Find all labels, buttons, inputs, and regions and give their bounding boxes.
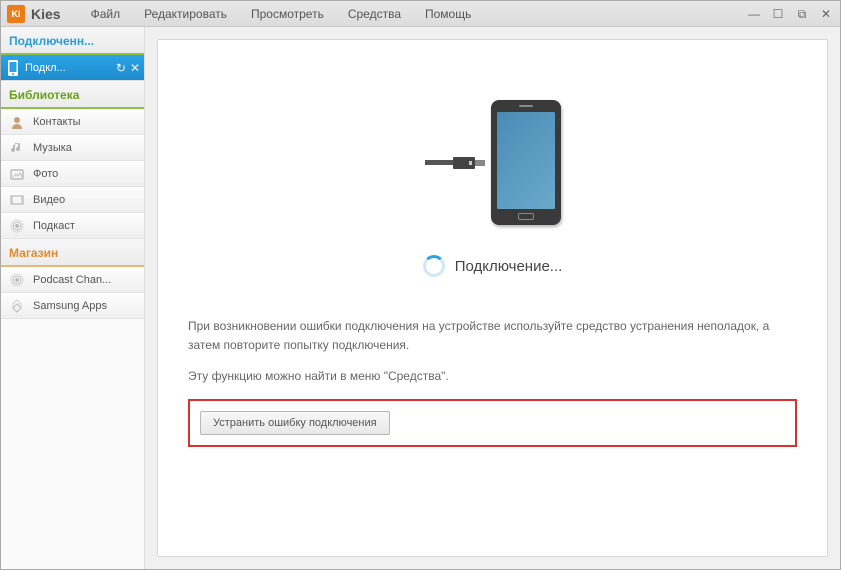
menu-file[interactable]: Файл bbox=[91, 7, 121, 21]
music-icon bbox=[9, 140, 25, 156]
menu-tools[interactable]: Средства bbox=[348, 7, 401, 21]
sidebar-item-label: Видео bbox=[33, 194, 65, 206]
maximize-button[interactable]: ☐ bbox=[770, 7, 786, 21]
spinner-icon bbox=[423, 255, 445, 277]
menu-view[interactable]: Просмотреть bbox=[251, 7, 324, 21]
sidebar-item-label: Подкл... bbox=[25, 62, 112, 74]
podcast-channel-icon bbox=[9, 272, 25, 288]
sidebar-item-label: Подкаст bbox=[33, 220, 75, 232]
sidebar-item-label: Контакты bbox=[33, 116, 81, 128]
apps-icon bbox=[9, 298, 25, 314]
restore-button[interactable]: ⧉ bbox=[794, 7, 810, 21]
sidebar-item-music[interactable]: Музыка bbox=[1, 135, 144, 161]
sidebar-item-video[interactable]: Видео bbox=[1, 187, 144, 213]
podcast-icon bbox=[9, 218, 25, 234]
close-button[interactable]: ✕ bbox=[818, 7, 834, 21]
contacts-icon bbox=[9, 114, 25, 130]
sidebar-item-label: Samsung Apps bbox=[33, 300, 107, 312]
help-text-1: При возникновении ошибки подключения на … bbox=[188, 317, 797, 355]
sidebar-item-label: Музыка bbox=[33, 142, 72, 154]
app-title: Kies bbox=[31, 6, 61, 22]
usb-cable-icon bbox=[425, 157, 485, 169]
sidebar-item-contacts[interactable]: Контакты bbox=[1, 109, 144, 135]
sidebar-item-label: Podcast Chan... bbox=[33, 274, 111, 286]
sidebar-item-connecting-device[interactable]: Подкл... ↻ ✕ bbox=[1, 55, 144, 81]
menubar: Файл Редактировать Просмотреть Средства … bbox=[91, 7, 746, 21]
content: Подключенн... Подкл... ↻ ✕ Библиотека Ко… bbox=[1, 27, 840, 569]
connection-panel: Подключение... При возникновении ошибки … bbox=[157, 39, 828, 557]
sidebar-header-store: Магазин bbox=[1, 239, 144, 267]
sidebar-header-library: Библиотека bbox=[1, 81, 144, 109]
photo-icon bbox=[9, 166, 25, 182]
titlebar: Ki Kies Файл Редактировать Просмотреть С… bbox=[1, 1, 840, 27]
minimize-button[interactable]: — bbox=[746, 7, 762, 21]
connection-status-text: Подключение... bbox=[455, 258, 563, 275]
menu-help[interactable]: Помощь bbox=[425, 7, 471, 21]
app-icon: Ki bbox=[7, 5, 25, 23]
main-area: Подключение... При возникновении ошибки … bbox=[145, 27, 840, 569]
sidebar-item-label: Фото bbox=[33, 168, 58, 180]
sidebar-item-photo[interactable]: Фото bbox=[1, 161, 144, 187]
status-row: Подключение... bbox=[188, 255, 797, 277]
phone-device-icon bbox=[491, 100, 561, 225]
close-icon[interactable]: ✕ bbox=[130, 61, 140, 75]
help-text-2: Эту функцию можно найти в меню "Средства… bbox=[188, 367, 797, 386]
connection-illustration bbox=[188, 100, 797, 225]
sidebar-item-podcast[interactable]: Подкаст bbox=[1, 213, 144, 239]
sidebar: Подключенн... Подкл... ↻ ✕ Библиотека Ко… bbox=[1, 27, 145, 569]
refresh-icon[interactable]: ↻ bbox=[116, 61, 126, 75]
window-controls: — ☐ ⧉ ✕ bbox=[746, 7, 834, 21]
phone-icon bbox=[5, 59, 21, 77]
menu-edit[interactable]: Редактировать bbox=[144, 7, 227, 21]
fix-connection-button[interactable]: Устранить ошибку подключения bbox=[200, 411, 390, 435]
sidebar-item-samsung-apps[interactable]: Samsung Apps bbox=[1, 293, 144, 319]
video-icon bbox=[9, 192, 25, 208]
sidebar-item-podcast-channel[interactable]: Podcast Chan... bbox=[1, 267, 144, 293]
sidebar-header-connected: Подключенн... bbox=[1, 27, 144, 55]
highlight-annotation: Устранить ошибку подключения bbox=[188, 399, 797, 447]
